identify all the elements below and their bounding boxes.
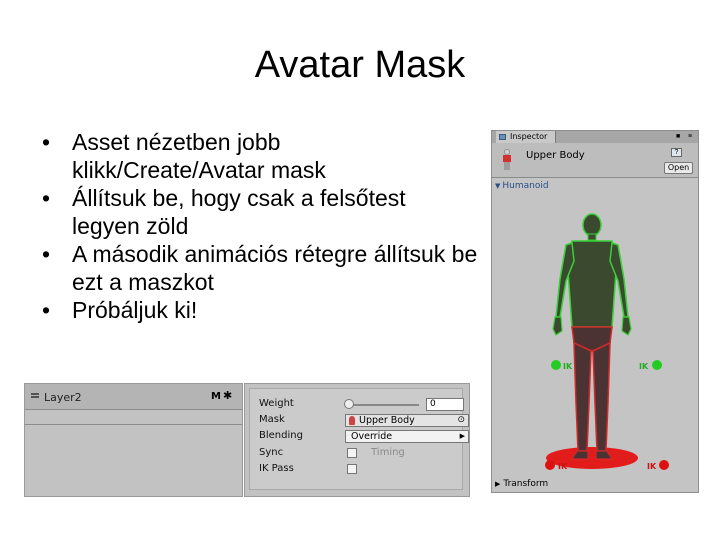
- inspector-panel: Inspector ■ ≡ Upper Body ? Open ▼ Humanoi…: [491, 130, 699, 493]
- ik-label: IK: [563, 362, 573, 371]
- drag-handle-icon[interactable]: [31, 396, 39, 398]
- body-part-left-hand[interactable]: [552, 316, 563, 336]
- mask-object-field[interactable]: Upper Body ⊙: [345, 414, 469, 427]
- sync-checkbox[interactable]: [347, 448, 357, 458]
- humanoid-figure: IK IK IK IK: [545, 213, 669, 471]
- mask-value: Upper Body: [359, 415, 415, 426]
- dropdown-arrow-icon: ▶: [459, 432, 465, 440]
- weight-input[interactable]: 0: [426, 398, 464, 411]
- weight-label: Weight: [259, 398, 294, 409]
- weight-slider-track[interactable]: [347, 404, 419, 406]
- body-part-torso[interactable]: [567, 240, 617, 328]
- transform-foldout[interactable]: ▶ Transform: [495, 479, 548, 489]
- weight-slider-knob[interactable]: [344, 399, 354, 409]
- layer-name: Layer2: [44, 391, 82, 404]
- body-part-left-leg[interactable]: [573, 341, 592, 452]
- layer-settings-panel: Weight 0 Mask Upper Body ⊙ Blending Over…: [244, 383, 470, 497]
- ik-label: IK: [558, 462, 568, 471]
- ik-right-foot-dot[interactable]: [659, 460, 669, 470]
- foldout-closed-icon: ▶: [495, 480, 501, 488]
- ik-pass-checkbox[interactable]: [347, 464, 357, 474]
- ik-right-hand-dot[interactable]: [652, 360, 662, 370]
- layer-list-panel: Layer2 M ✱: [24, 383, 243, 497]
- ik-label: IK: [639, 362, 649, 371]
- bullet-item: A második animációs rétegre állítsuk be …: [38, 240, 478, 296]
- body-part-right-hand[interactable]: [621, 316, 632, 336]
- layer-settings-box: Weight 0 Mask Upper Body ⊙ Blending Over…: [249, 388, 469, 490]
- ik-left-hand-dot[interactable]: [551, 360, 561, 370]
- object-picker-icon[interactable]: ⊙: [457, 415, 465, 426]
- slide-title: Avatar Mask: [254, 44, 466, 86]
- transform-label: Transform: [503, 479, 549, 489]
- layer-row[interactable]: Layer2 M ✱: [25, 384, 242, 410]
- bullet-item: Asset nézetben jobb klikk/Create/Avatar …: [38, 128, 478, 184]
- bullet-item: Próbáljuk ki!: [38, 296, 478, 324]
- mask-flag: M: [211, 391, 221, 402]
- ik-pass-label: IK Pass: [259, 463, 294, 474]
- bullet-list: Asset nézetben jobb klikk/Create/Avatar …: [38, 128, 478, 324]
- divider: [25, 424, 242, 425]
- blending-label: Blending: [259, 430, 303, 441]
- avatar-mask-icon: [349, 416, 355, 425]
- mask-label: Mask: [259, 414, 285, 425]
- body-part-head[interactable]: [582, 213, 602, 237]
- ik-label: IK: [647, 462, 657, 471]
- blending-dropdown[interactable]: Override ▶: [345, 430, 469, 443]
- sync-label: Sync: [259, 447, 284, 458]
- ik-left-foot-dot[interactable]: [545, 460, 555, 470]
- body-part-right-leg[interactable]: [592, 341, 611, 452]
- gear-icon[interactable]: ✱: [223, 389, 232, 402]
- blending-value: Override: [351, 431, 393, 442]
- timing-label: Timing: [371, 447, 405, 458]
- bullet-item: Állítsuk be, hogy csak a felsőtest legye…: [38, 184, 478, 240]
